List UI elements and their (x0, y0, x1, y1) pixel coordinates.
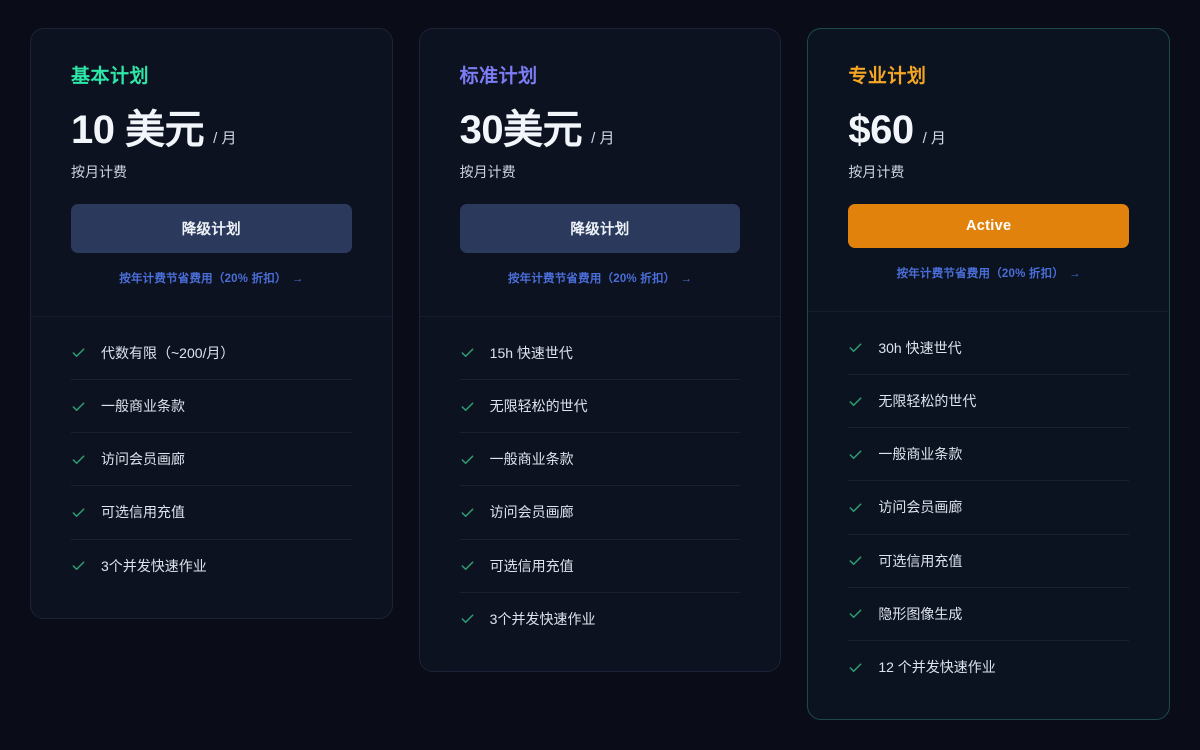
feature-label: 15h 快速世代 (489, 344, 573, 361)
check-icon (72, 402, 85, 411)
check-icon (72, 508, 85, 517)
feature-label: 访问会员画廊 (489, 504, 574, 521)
plan-price-period: / 月 (591, 130, 615, 147)
plan-feature-list: 30h 快速世代 无限轻松的世代 一般商业条款 访问会员画廊 可选信用充值 隐形… (808, 312, 1169, 719)
feature-label: 12 个并发快速作业 (878, 658, 996, 675)
feature-label: 无限轻松的世代 (878, 392, 977, 409)
plan-title: 基本计划 (71, 66, 150, 87)
arrow-right-icon: → (680, 272, 693, 285)
check-icon (849, 662, 862, 672)
plan-header: 标准计划 30美元 / 月 按月计费 降级计划 按年计费节省费用（20% 折扣）… (419, 29, 781, 317)
plan-header: 基本计划 10 美元 / 月 按月计费 降级计划 按年计费节省费用（20% 折扣… (31, 29, 392, 317)
feature-item: 访问会员画廊 (848, 481, 1130, 535)
plan-feature-list: 代数有限（~200/月） 一般商业条款 访问会员画廊 可选信用充值 3个并发快速… (31, 317, 392, 618)
check-icon (849, 556, 862, 566)
feature-item: 一般商业条款 (848, 428, 1130, 482)
plan-action-button[interactable]: Active (848, 203, 1130, 248)
feature-item: 无限轻松的世代 (459, 380, 741, 434)
plan-feature-list: 15h 快速世代 无限轻松的世代 一般商业条款 访问会员画廊 可选信用充值 3个… (420, 317, 781, 671)
annual-billing-label: 按年计费节省费用（20% 折扣） (507, 272, 676, 285)
check-icon (849, 397, 862, 406)
annual-billing-label: 按年计费节省费用（20% 折扣） (896, 267, 1065, 280)
check-icon (72, 455, 85, 464)
feature-label: 代数有限（~200/月） (101, 344, 235, 361)
feature-item: 隐形图像生成 (848, 588, 1130, 641)
feature-item: 无限轻松的世代 (848, 375, 1130, 429)
feature-label: 访问会员画廊 (101, 451, 185, 468)
plan-billing-note: 按月计费 (459, 163, 516, 180)
plan-price-row: 10 美元 / 月 (71, 108, 352, 153)
plan-billing-note: 按月计费 (71, 163, 127, 180)
annual-billing-label: 按年计费节省费用（20% 折扣） (119, 272, 287, 285)
feature-item: 可选信用充值 (848, 535, 1130, 588)
check-icon (461, 614, 474, 624)
plan-price-row: 30美元 / 月 (460, 108, 741, 153)
arrow-right-icon: → (291, 272, 304, 285)
feature-label: 一般商业条款 (489, 451, 574, 468)
pricing-plans-grid: 基本计划 10 美元 / 月 按月计费 降级计划 按年计费节省费用（20% 折扣… (0, 0, 1200, 750)
plan-action-button[interactable]: 降级计划 (459, 203, 741, 253)
check-icon (849, 450, 862, 459)
check-icon (849, 503, 862, 512)
feature-item: 代数有限（~200/月） (71, 327, 352, 380)
check-icon (461, 455, 474, 464)
check-icon (849, 609, 862, 619)
plan-card-standard: 标准计划 30美元 / 月 按月计费 降级计划 按年计费节省费用（20% 折扣）… (418, 28, 782, 672)
check-icon (72, 348, 85, 358)
feature-item: 可选信用充值 (459, 540, 741, 593)
plan-title: 专业计划 (848, 66, 927, 87)
plan-price-amount: $60 (848, 108, 914, 152)
plan-card-basic: 基本计划 10 美元 / 月 按月计费 降级计划 按年计费节省费用（20% 折扣… (30, 28, 393, 619)
feature-item: 12 个并发快速作业 (848, 641, 1129, 693)
check-icon (849, 343, 862, 353)
feature-label: 无限轻松的世代 (489, 397, 588, 414)
check-icon (461, 561, 474, 571)
feature-item: 3个并发快速作业 (71, 540, 352, 592)
plan-price-period: / 月 (922, 130, 946, 147)
plan-price-period: / 月 (213, 130, 237, 147)
feature-item: 30h 快速世代 (848, 322, 1130, 375)
plan-action-button[interactable]: 降级计划 (71, 203, 352, 253)
feature-label: 可选信用充值 (101, 504, 185, 521)
plan-title: 标准计划 (459, 66, 538, 87)
plan-header: 专业计划 $60 / 月 按月计费 Active 按年计费节省费用（20% 折扣… (808, 29, 1170, 312)
annual-billing-link[interactable]: 按年计费节省费用（20% 折扣） → (460, 270, 741, 286)
feature-label: 可选信用充值 (489, 557, 574, 574)
check-icon (461, 508, 474, 517)
feature-item: 一般商业条款 (71, 380, 352, 434)
feature-label: 3个并发快速作业 (489, 610, 596, 627)
check-icon (461, 402, 474, 411)
plan-price-row: $60 / 月 (848, 108, 1129, 153)
feature-item: 15h 快速世代 (459, 327, 741, 380)
annual-billing-link[interactable]: 按年计费节省费用（20% 折扣） → (848, 265, 1129, 281)
feature-label: 30h 快速世代 (878, 339, 962, 356)
arrow-right-icon: → (1069, 267, 1081, 280)
plan-price-amount: 10 美元 (71, 108, 205, 152)
check-icon (461, 348, 474, 358)
feature-item: 可选信用充值 (71, 486, 352, 540)
feature-label: 可选信用充值 (878, 552, 963, 569)
feature-label: 一般商业条款 (101, 397, 185, 414)
feature-label: 一般商业条款 (878, 446, 963, 463)
feature-item: 访问会员画廊 (459, 486, 741, 540)
plan-price-amount: 30美元 (459, 108, 583, 152)
feature-label: 隐形图像生成 (878, 605, 963, 622)
check-icon (72, 561, 85, 571)
feature-item: 3个并发快速作业 (460, 593, 741, 645)
plan-card-pro: 专业计划 $60 / 月 按月计费 Active 按年计费节省费用（20% 折扣… (807, 28, 1171, 721)
feature-label: 3个并发快速作业 (101, 557, 207, 574)
feature-label: 访问会员画廊 (878, 499, 963, 516)
feature-item: 访问会员画廊 (71, 433, 352, 487)
feature-item: 一般商业条款 (459, 433, 741, 487)
plan-billing-note: 按月计费 (848, 163, 905, 180)
annual-billing-link[interactable]: 按年计费节省费用（20% 折扣） → (71, 270, 352, 286)
